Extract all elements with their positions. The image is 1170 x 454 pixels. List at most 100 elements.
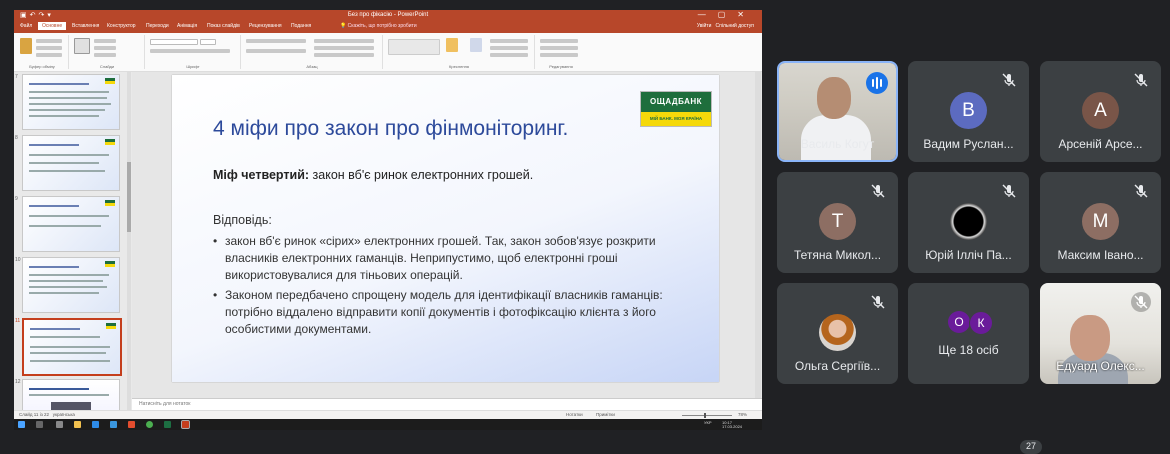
participant-tile-vasyl[interactable]: Василь Когут: [777, 61, 898, 162]
tab-review[interactable]: Рецензування: [249, 23, 282, 29]
participant-name: Юрій Ілліч Па...: [925, 248, 1012, 262]
thumb-line: [29, 388, 89, 390]
section-button[interactable]: [94, 53, 116, 57]
excel-icon[interactable]: [164, 421, 171, 428]
participant-tile[interactable]: Т Тетяна Микол...: [777, 172, 898, 273]
comments-toggle[interactable]: Примітки: [596, 412, 615, 417]
replace-button[interactable]: [540, 46, 578, 50]
avatar: Т: [819, 203, 856, 240]
thumb-line: [29, 170, 105, 172]
answer-label[interactable]: Відповідь:: [213, 213, 272, 227]
list-buttons[interactable]: [246, 39, 306, 43]
align-text-button[interactable]: [314, 46, 374, 50]
share-area[interactable]: Увійти Спільний доступ: [697, 23, 754, 29]
slide-thumbnail-9[interactable]: [22, 196, 120, 252]
participant-count-badge[interactable]: 27: [1020, 440, 1042, 454]
window-title: Без про фікасію - PowerPoint: [347, 12, 429, 18]
editor-scrollbar[interactable]: [755, 72, 761, 398]
myth-statement[interactable]: Міф четвертий: закон вб'є ринок електрон…: [213, 168, 533, 182]
participant-tile[interactable]: А Арсеній Арсе...: [1040, 61, 1161, 162]
keyboard-language[interactable]: УКР: [704, 420, 712, 425]
participant-tile[interactable]: Юрій Ілліч Па...: [908, 172, 1029, 273]
thumb-line: [29, 292, 99, 294]
tab-slideshow[interactable]: Показ слайдів: [207, 23, 240, 29]
font-format-buttons[interactable]: [150, 49, 230, 53]
thumb-line: [30, 352, 106, 354]
more-participants-tile[interactable]: О К Ще 18 осіб: [908, 283, 1029, 384]
tab-insert[interactable]: Вставлення: [72, 23, 99, 29]
thumb-line: [30, 328, 80, 330]
bullet-item[interactable]: • закон вб'є ринок «сірих» електронних г…: [213, 233, 683, 284]
align-buttons[interactable]: [246, 49, 306, 53]
tab-animations[interactable]: Анімація: [177, 23, 197, 29]
smartart-button[interactable]: [314, 53, 374, 57]
clock-date[interactable]: 17.03.2024: [722, 424, 742, 429]
tell-me-search[interactable]: 💡 Скажіть, що потрібно зробити: [340, 23, 417, 29]
current-slide[interactable]: 4 міфи про закон про фінмоніторинг. ОЩАД…: [172, 75, 719, 382]
start-icon[interactable]: [18, 421, 25, 428]
bullet-item[interactable]: • Законом передбачено спрощену модель дл…: [213, 287, 683, 338]
thumb-logo: [105, 200, 115, 206]
participant-tile[interactable]: Ольга Сергіїв...: [777, 283, 898, 384]
new-slide-icon[interactable]: [74, 38, 90, 54]
tab-file[interactable]: Файл: [20, 23, 32, 29]
zoom-slider-thumb[interactable]: [704, 413, 706, 418]
thumb-line: [29, 97, 107, 99]
slide-thumbnail-10[interactable]: [22, 257, 120, 313]
window-controls[interactable]: —▢✕: [698, 10, 756, 19]
slide-thumbnail-11-selected[interactable]: [22, 318, 122, 376]
tab-design[interactable]: Конструктор: [107, 23, 136, 29]
notes-toggle[interactable]: Нотатки: [566, 412, 583, 417]
shape-outline-button[interactable]: [490, 46, 528, 50]
tab-view[interactable]: Подання: [291, 23, 311, 29]
slide-thumbnail-8[interactable]: [22, 135, 120, 191]
zoom-slider[interactable]: [682, 415, 732, 416]
avatar-mini: О: [948, 311, 970, 333]
zoom-level[interactable]: 78%: [738, 412, 747, 417]
group-label: Креслення: [449, 64, 469, 69]
group-label: Слайди: [99, 64, 115, 69]
file-explorer-icon[interactable]: [74, 421, 81, 428]
text-direction-button[interactable]: [314, 39, 374, 43]
arrange-icon[interactable]: [446, 38, 458, 52]
layout-button[interactable]: [94, 39, 116, 43]
app-icon[interactable]: [128, 421, 135, 428]
shapes-gallery[interactable]: [388, 39, 440, 55]
bullet-text: Законом передбачено спрощену модель для …: [225, 288, 663, 336]
task-view-icon[interactable]: [56, 421, 63, 428]
chrome-icon[interactable]: [146, 421, 153, 428]
format-painter-button[interactable]: [36, 53, 62, 57]
participant-tile[interactable]: В Вадим Руслан...: [908, 61, 1029, 162]
participant-tile[interactable]: Едуард Олекс...: [1040, 283, 1161, 384]
tab-transitions[interactable]: Переходи: [146, 23, 169, 29]
slide-thumbnail-7[interactable]: [22, 74, 120, 130]
powerpoint-icon[interactable]: [181, 420, 190, 429]
font-name-select[interactable]: [150, 39, 198, 45]
thumb-line: [29, 225, 101, 227]
thumbnails-scrollbar[interactable]: [127, 72, 131, 410]
shape-effects-button[interactable]: [490, 53, 528, 57]
thumb-logo: [105, 261, 115, 267]
reset-button[interactable]: [94, 46, 116, 50]
cut-button[interactable]: [36, 39, 62, 43]
group-label: Шрифт: [186, 64, 200, 69]
group-editing: Редагування: [536, 35, 586, 69]
shape-fill-button[interactable]: [490, 39, 528, 43]
search-icon[interactable]: [36, 421, 43, 428]
app-icon[interactable]: [110, 421, 117, 428]
tab-home[interactable]: Основне: [38, 22, 67, 30]
slide-title[interactable]: 4 міфи про закон про фінмоніторинг.: [213, 117, 568, 141]
select-button[interactable]: [540, 53, 578, 57]
participant-tile[interactable]: М Максим Івано...: [1040, 172, 1161, 273]
scroll-thumb[interactable]: [127, 162, 131, 232]
find-button[interactable]: [540, 39, 578, 43]
quick-styles-icon[interactable]: [470, 38, 482, 52]
paste-icon[interactable]: [20, 38, 32, 54]
participant-name: Ольга Сергіїв...: [794, 359, 881, 373]
avatar: А: [1082, 92, 1119, 129]
copy-button[interactable]: [36, 46, 62, 50]
thumb-logo: [105, 78, 115, 84]
edge-icon[interactable]: [92, 421, 99, 428]
font-size-select[interactable]: [200, 39, 216, 45]
thumb-logo: [106, 323, 116, 329]
